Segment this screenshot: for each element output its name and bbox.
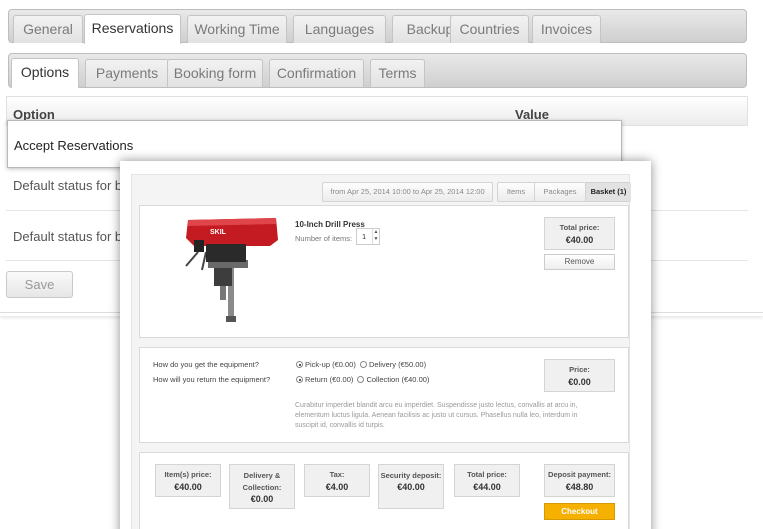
items-price-label: Item(s) price:: [164, 470, 212, 479]
item-total-tile: Total price: €40.00: [544, 217, 615, 250]
booking-steps: Items Packages Basket (1): [497, 182, 631, 202]
pickup-label: Pick-up (€0.00): [305, 360, 356, 369]
total-price-value: €44.00: [473, 482, 501, 492]
tax-value: €4.00: [325, 482, 349, 492]
items-price-value: €40.00: [174, 482, 202, 492]
quantity-stepper[interactable]: 1 ▲ ▼: [356, 228, 380, 245]
row-label: Default status for bo: [13, 178, 130, 193]
item-total-label: Total price:: [559, 223, 600, 232]
booking-modal: from Apr 25, 2014 10:00 to Apr 25, 2014 …: [120, 161, 651, 529]
tab-general[interactable]: General: [13, 15, 83, 43]
remove-button[interactable]: Remove: [544, 254, 615, 270]
tab-working-time[interactable]: Working Time: [187, 15, 287, 43]
tab-reservations[interactable]: Reservations: [84, 14, 181, 44]
order-summary: Item(s) price: €40.00 Delivery & Collect…: [139, 452, 629, 529]
tab-countries[interactable]: Countries: [450, 15, 529, 43]
row-label: Default status for bo: [13, 229, 130, 244]
quantity-value: 1: [362, 232, 367, 241]
delivery-collection-label: Delivery & Collection:: [242, 471, 282, 492]
tab-payments[interactable]: Payments: [85, 59, 169, 87]
delivery-collection-value: €0.00: [250, 494, 274, 504]
question-get: How do you get the equipment?: [153, 360, 259, 369]
return-radio[interactable]: [296, 376, 303, 383]
stepper-arrows-icon[interactable]: ▲ ▼: [372, 229, 379, 244]
items-label: Number of items:: [295, 234, 353, 243]
security-deposit-tile: Security deposit: €40.00: [378, 464, 444, 509]
tab-options[interactable]: Options: [11, 58, 79, 88]
collection-radio[interactable]: [357, 376, 365, 383]
main-tab-bar: General Reservations Working Time Langua…: [8, 9, 747, 44]
step-packages[interactable]: Packages: [535, 183, 586, 201]
deposit-payment-value: €48.80: [565, 482, 594, 492]
question-return: How will you return the equipment?: [153, 375, 271, 384]
total-price-label: Total price:: [467, 470, 507, 479]
date-range-label[interactable]: from Apr 25, 2014 10:00 to Apr 25, 2014 …: [322, 182, 493, 202]
total-price-tile: Total price: €44.00: [454, 464, 520, 497]
return-label: Return (€0.00): [305, 375, 354, 384]
deposit-payment-label: Deposit payment:: [548, 470, 611, 479]
booking-widget: from Apr 25, 2014 10:00 to Apr 25, 2014 …: [131, 174, 631, 529]
tab-invoices[interactable]: Invoices: [532, 15, 601, 43]
pickup-radio[interactable]: [296, 361, 303, 368]
items-price-tile: Item(s) price: €40.00: [155, 464, 221, 497]
row-label: Accept Reservations: [14, 138, 134, 153]
tab-terms[interactable]: Terms: [370, 59, 425, 87]
tax-tile: Tax: €4.00: [304, 464, 370, 497]
step-items[interactable]: Items: [498, 183, 535, 201]
delivery-price-value: €0.00: [568, 377, 591, 387]
deposit-payment-tile: Deposit payment: €48.80: [544, 464, 615, 497]
basket-item: SKIL 10-Inch Drill Press Number of items…: [139, 205, 629, 338]
get-options: Pick-up (€0.00) Delivery (€50.00): [296, 360, 426, 369]
delivery-options: How do you get the equipment? How will y…: [139, 347, 629, 443]
svg-text:SKIL: SKIL: [210, 229, 227, 236]
delivery-price-tile: Price: €0.00: [544, 359, 615, 392]
product-title: 10-Inch Drill Press: [295, 220, 365, 229]
security-deposit-value: €40.00: [397, 482, 425, 492]
save-button[interactable]: Save: [6, 271, 73, 298]
security-deposit-label: Security deposit:: [380, 471, 442, 480]
description-text: Curabitur imperdiet blandit arcu eu impe…: [295, 402, 578, 429]
item-total-value: €40.00: [565, 235, 594, 245]
tax-label: Tax:: [329, 470, 345, 479]
step-basket[interactable]: Basket (1): [586, 183, 631, 201]
drill-press-image: SKIL: [185, 218, 278, 322]
tab-confirmation[interactable]: Confirmation: [269, 59, 364, 87]
tab-booking-form[interactable]: Booking form: [167, 59, 263, 87]
return-options: Return (€0.00) Collection (€40.00): [296, 375, 429, 384]
delivery-price-label: Price:: [569, 365, 590, 374]
sub-tab-bar: Options Payments Booking form Confirmati…: [8, 53, 747, 88]
checkout-button[interactable]: Checkout: [544, 503, 615, 520]
delivery-collection-tile: Delivery & Collection: €0.00: [229, 464, 295, 509]
tab-languages[interactable]: Languages: [293, 15, 386, 43]
collection-label: Collection (€40.00): [366, 375, 430, 384]
delivery-label: Delivery (€50.00): [368, 360, 427, 369]
delivery-radio[interactable]: [359, 361, 367, 368]
